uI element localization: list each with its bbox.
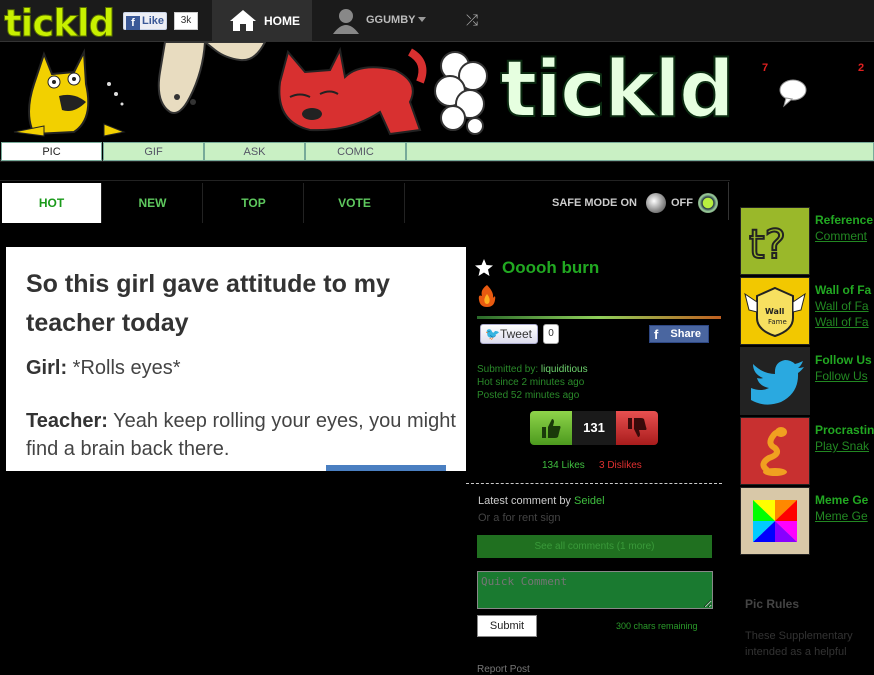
banner-logo-text: tickld (499, 45, 736, 135)
vote-count: 131 (572, 411, 616, 445)
latest-commenter-link[interactable]: Seidel (574, 495, 605, 507)
category-tabs: PIC GIF ASK COMIC (0, 142, 874, 162)
user-avatar-icon (333, 9, 359, 34)
color-wheel-icon (740, 487, 810, 555)
report-post-link[interactable]: Report Post (477, 664, 530, 675)
snake-icon (740, 417, 810, 485)
post-title[interactable]: Ooooh burn (502, 258, 599, 278)
fire-badge-icon (478, 285, 496, 307)
tab-new[interactable]: NEW (103, 183, 203, 223)
comments-divider (466, 483, 722, 484)
tab-hot[interactable]: HOT (2, 183, 102, 223)
post-image-line-girl: Girl: *Rolls eyes* (26, 357, 181, 379)
nav-home-label: HOME (264, 14, 300, 28)
latest-comment-text: Or a for rent sign (478, 512, 561, 524)
sidebar-title: Wall of Fa (815, 283, 872, 297)
favorite-star-icon[interactable] (474, 258, 494, 278)
quick-comment-input[interactable] (477, 571, 713, 609)
sidebar-link[interactable]: Follow Us (815, 369, 868, 383)
safe-mode-on-radio[interactable] (646, 193, 666, 213)
notification-count: 7 (762, 62, 769, 74)
nav-user-menu[interactable]: GGUMBY (330, 0, 440, 42)
sidebar-link[interactable]: Meme Ge (815, 509, 868, 523)
wall-of-fame-icon: Wall Fame (740, 277, 810, 345)
facebook-icon: f (126, 16, 140, 30)
hot-since-text: Hot since 2 minutes ago (477, 377, 585, 388)
latest-comment-header: Latest comment by Seidel (478, 495, 605, 507)
thumbs-down-icon (628, 418, 647, 437)
tab-pic[interactable]: PIC (1, 142, 102, 161)
question-icon: t? (740, 207, 810, 275)
likes-count: 134 Likes (542, 460, 585, 471)
sidebar-item-reference[interactable]: t? Reference Comment (740, 207, 874, 275)
posted-time-text: Posted 52 minutes ago (477, 390, 580, 401)
tab-comic[interactable]: COMIC (305, 142, 406, 161)
nav-home[interactable]: HOME (212, 0, 312, 42)
nav-user-label: GGUMBY (366, 14, 416, 26)
tab-gif[interactable]: GIF (103, 142, 204, 161)
safe-mode-label: SAFE MODE ON (552, 197, 637, 209)
pic-rules-text: These Supplementary intended as a helpfu… (745, 630, 853, 658)
chars-remaining: 300 chars remaining (616, 621, 698, 631)
site-logo[interactable]: tickld (3, 2, 115, 46)
sort-tabs: HOT NEW TOP VOTE SAFE MODE ON OFF (0, 180, 730, 223)
speech-bubble-icon[interactable] (778, 78, 808, 108)
fart-cloud-illustration (434, 51, 488, 135)
tweet-count: 0 (543, 324, 559, 344)
shuffle-icon[interactable]: ⤮ (466, 12, 478, 29)
divider (728, 182, 729, 220)
message-count: 2 (858, 62, 865, 74)
tab-ask[interactable]: ASK (204, 142, 305, 161)
post-image[interactable]: So this girl gave attitude to my teacher… (6, 247, 466, 471)
see-all-comments-button[interactable]: See all comments (1 more) (477, 535, 712, 558)
twitter-bird-icon: 🐦 (485, 327, 500, 341)
like-button[interactable] (530, 411, 572, 445)
post-image-title: So this girl gave attitude to my teacher… (26, 270, 390, 337)
tweet-button[interactable]: 🐦Tweet (480, 324, 538, 344)
tab-bar-filler (406, 142, 874, 161)
svg-text:Wall: Wall (765, 307, 785, 316)
post-divider (477, 316, 721, 319)
safe-mode-off-radio[interactable] (698, 193, 718, 213)
svg-text:t?: t? (749, 222, 786, 268)
dislike-button[interactable] (616, 411, 658, 445)
home-icon (230, 10, 256, 31)
facebook-like-count: 3k (174, 12, 198, 30)
post-meta: Submitted by: liquiditious Hot since 2 m… (477, 364, 588, 401)
submitter-link[interactable]: liquiditious (541, 364, 588, 375)
sidebar-item-wall-of-fame[interactable]: Wall Fame Wall of Fa Wall of Fa Wall of F… (740, 277, 874, 345)
facebook-like-button[interactable]: f Like (123, 12, 167, 30)
sidebar-title: Meme Ge (815, 493, 869, 507)
chevron-down-icon (418, 17, 426, 22)
header-banner: tickld 7 2 (0, 42, 874, 142)
sidebar-item-follow-us[interactable]: Follow Us Follow Us (740, 347, 874, 415)
twitter-icon (740, 347, 810, 415)
beige-cat-illustration (157, 42, 267, 114)
post-image-line-teacher: Teacher: Yeah keep rolling your eyes, yo… (26, 410, 456, 460)
facebook-icon: f (654, 327, 659, 342)
sidebar-title: Follow Us (815, 353, 872, 367)
top-bar: tickld f Like 3k HOME GGUMBY ⤮ (0, 0, 874, 46)
image-share-strip (326, 465, 446, 471)
submit-comment-button[interactable]: Submit (477, 615, 537, 637)
sidebar-title: Procrastin (815, 423, 874, 437)
sidebar-link[interactable]: Wall of Fa (815, 299, 869, 313)
sidebar-link[interactable]: Wall of Fa (815, 315, 869, 329)
pic-rules-heading: Pic Rules (745, 597, 800, 611)
sidebar-title: Reference (815, 213, 874, 227)
dislikes-count: 3 Dislikes (599, 460, 642, 471)
vote-widget: 131 (530, 411, 658, 445)
sidebar-link[interactable]: Comment (815, 229, 867, 243)
sidebar-item-procrastinate[interactable]: Procrastin Play Snak (740, 417, 874, 485)
tab-vote[interactable]: VOTE (305, 183, 405, 223)
sidebar-link[interactable]: Play Snak (815, 439, 869, 453)
svg-text:Fame: Fame (768, 318, 787, 326)
tab-top[interactable]: TOP (204, 183, 304, 223)
facebook-share-button[interactable]: f Share (649, 325, 709, 343)
yellow-cat-illustration (13, 48, 126, 137)
sidebar-item-meme-generator[interactable]: Meme Ge Meme Ge (740, 487, 874, 555)
thumbs-up-icon (542, 419, 561, 438)
red-cat-illustration (278, 46, 427, 136)
safe-mode-off-label: OFF (671, 197, 693, 209)
